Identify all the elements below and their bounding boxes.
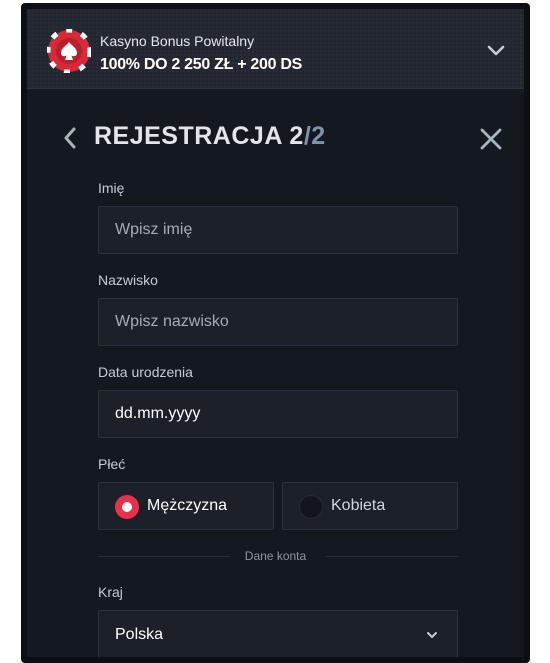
close-icon[interactable] (479, 127, 503, 151)
welcome-bonus-banner[interactable]: Kasyno Bonus Powitalny 100% DO 2 250 ZŁ … (27, 9, 524, 89)
banner-headline: 100% DO 2 250 ZŁ + 200 DS (100, 56, 302, 73)
birth-date-field[interactable] (98, 390, 458, 438)
chevron-left-icon[interactable] (60, 124, 80, 152)
registration-modal: Kasyno Bonus Powitalny 100% DO 2 250 ZŁ … (21, 3, 530, 663)
country-label: Kraj (98, 584, 123, 600)
birth-date-label: Data urodzenia (98, 364, 193, 380)
gender-option-label: Mężczyzna (147, 497, 228, 514)
gender-option-female[interactable]: Kobieta (282, 482, 458, 530)
chevron-down-icon (427, 632, 437, 638)
section-divider-line-right (326, 556, 458, 557)
first-name-field[interactable] (98, 206, 458, 254)
radio-selected-icon (115, 495, 139, 519)
title-text: REJESTRACJA (94, 122, 290, 150)
birth-date-input[interactable] (99, 391, 457, 437)
country-value: Polska (115, 626, 164, 643)
chevron-down-icon[interactable] (484, 41, 508, 61)
page-title: REJESTRACJA 2/2 (94, 122, 326, 151)
first-name-label: Imię (98, 180, 125, 196)
step-current: 2 (289, 122, 304, 150)
step-total: 2 (311, 122, 326, 150)
country-select[interactable]: Polska (98, 610, 458, 657)
first-name-input[interactable] (99, 207, 457, 253)
gender-option-male[interactable]: Mężczyzna (98, 482, 274, 530)
casino-chip-icon (47, 29, 91, 73)
last-name-label: Nazwisko (98, 272, 158, 288)
last-name-field[interactable] (98, 298, 458, 346)
last-name-input[interactable] (99, 299, 457, 345)
banner-subtitle: Kasyno Bonus Powitalny (100, 33, 255, 49)
gender-option-label: Kobieta (331, 497, 386, 514)
radio-unselected-icon (299, 495, 323, 519)
gender-label: Płeć (98, 456, 126, 472)
